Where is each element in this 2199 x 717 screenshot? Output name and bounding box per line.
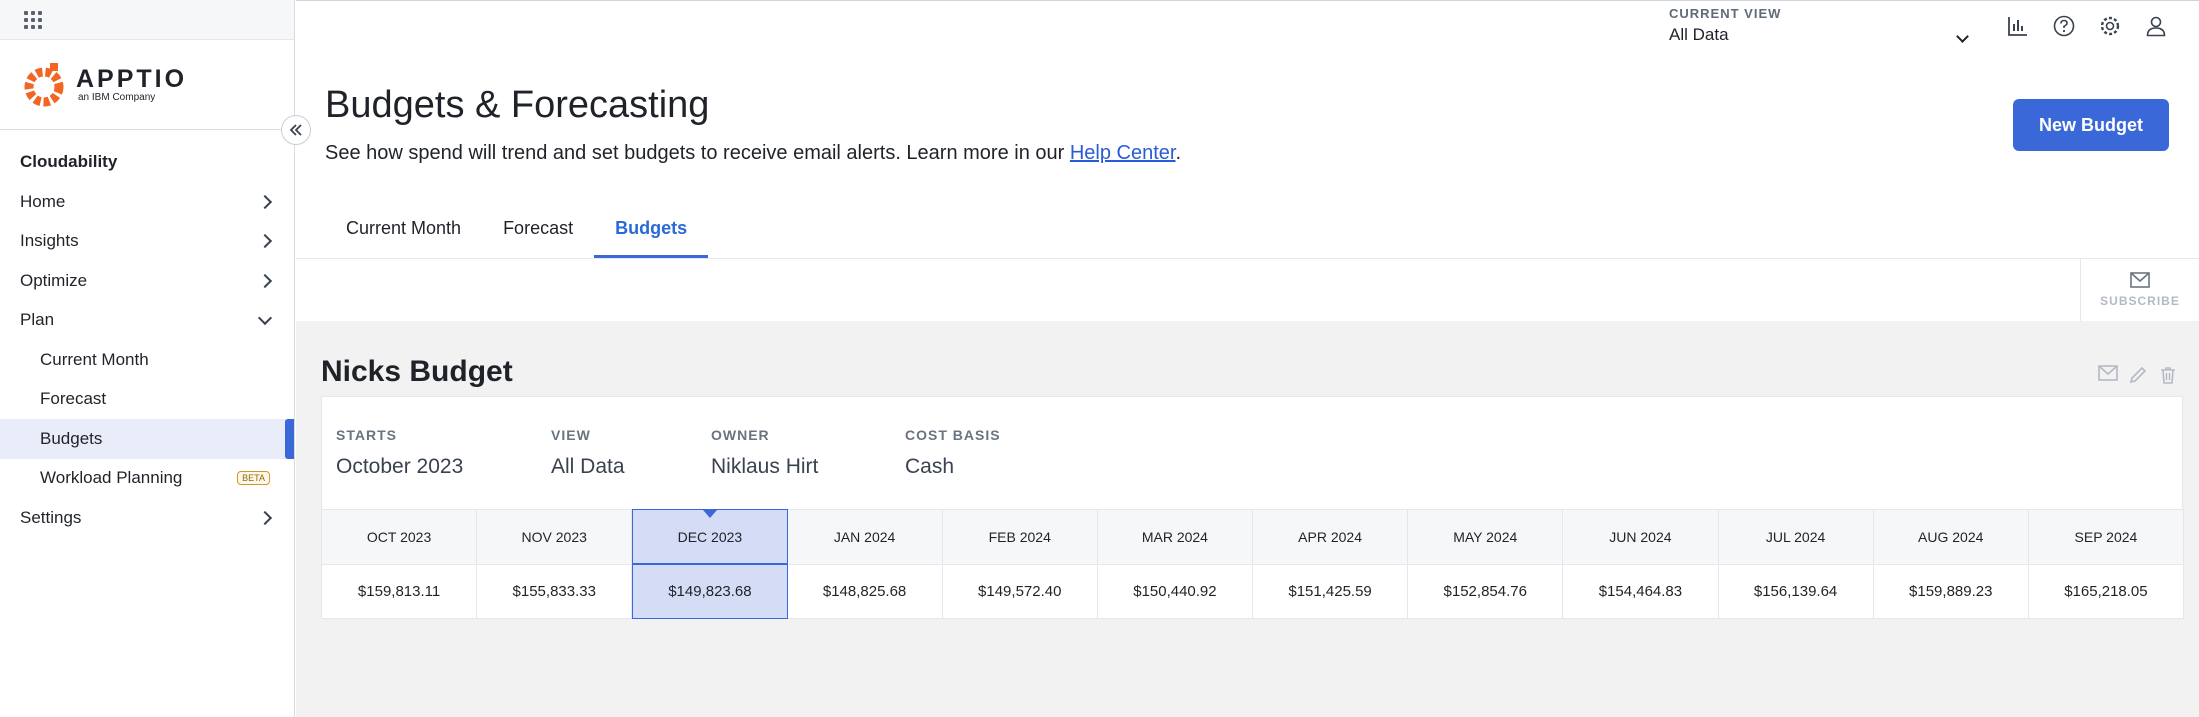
trash-icon[interactable] (2158, 365, 2178, 385)
month-value[interactable]: $148,825.68 (787, 564, 943, 619)
sidebar-item-label: Settings (20, 507, 82, 527)
month-header[interactable]: SEP 2024 (2028, 509, 2184, 564)
sidebar-item-home[interactable]: Home (0, 182, 294, 222)
subscribe-button[interactable]: SUBSCRIBE (2080, 259, 2199, 321)
help-icon[interactable] (2052, 14, 2076, 38)
sidebar-item-current-month[interactable]: Current Month (0, 340, 294, 380)
chevron-down-icon (257, 311, 273, 326)
header-icons (2006, 14, 2168, 38)
meta-label: VIEW (551, 427, 591, 443)
sidebar-item-label: Workload Planning (40, 468, 183, 488)
sidebar-item-label: Budgets (40, 428, 103, 448)
month-value[interactable]: $165,218.05 (2028, 564, 2184, 619)
logo[interactable]: APPTIO an IBM Company (0, 40, 294, 130)
sidebar-item-plan[interactable]: Plan (0, 301, 294, 341)
month-value[interactable]: $159,813.11 (322, 564, 478, 619)
month-value[interactable]: $154,464.83 (1563, 564, 1719, 619)
meta-label: COST BASIS (905, 427, 1001, 443)
budget-actions (2098, 365, 2178, 385)
month-header[interactable]: JUN 2024 (1563, 509, 1719, 564)
sidebar-item-forecast[interactable]: Forecast (0, 380, 294, 420)
edit-icon[interactable] (2128, 365, 2148, 385)
budget-name: Nicks Budget (321, 355, 513, 388)
month-header[interactable]: JAN 2024 (787, 509, 943, 564)
monthly-budget-table: OCT 2023 NOV 2023 DEC 2023 JAN 2024 FEB … (322, 509, 2184, 619)
sidebar-item-settings[interactable]: Settings (0, 498, 294, 538)
month-value-selected[interactable]: $149,823.68 (632, 564, 788, 619)
tab-forecast[interactable]: Forecast (482, 213, 594, 258)
page-description: See how spend will trend and set budgets… (325, 142, 1181, 165)
month-value[interactable]: $150,440.92 (1097, 564, 1253, 619)
tabs: Current Month Forecast Budgets (325, 213, 709, 258)
meta-label: STARTS (336, 427, 397, 443)
sidebar-item-workload-planning[interactable]: Workload Planning BETA (0, 459, 294, 499)
chevron-right-icon (257, 510, 273, 525)
beta-badge: BETA (237, 471, 270, 486)
meta-view: VIEW All Data (551, 427, 625, 479)
sidebar-item-optimize[interactable]: Optimize (0, 261, 294, 301)
page-description-end: . (1175, 142, 1182, 164)
sidebar-item-label: Optimize (20, 270, 88, 290)
sidebar-item-label: Forecast (40, 389, 107, 409)
sidebar-item-label: Current Month (40, 349, 149, 369)
month-header[interactable]: OCT 2023 (322, 509, 478, 564)
meta-value: All Data (551, 455, 625, 478)
meta-value: October 2023 (336, 455, 464, 478)
page-description-text: See how spend will trend and set budgets… (325, 142, 1070, 164)
sidebar-item-insights[interactable]: Insights (0, 222, 294, 262)
user-icon[interactable] (2144, 14, 2168, 38)
chart-icon[interactable] (2006, 14, 2030, 38)
month-header[interactable]: NOV 2023 (477, 509, 633, 564)
apps-bar (0, 0, 294, 40)
budget-card: STARTS October 2023 VIEW All Data OWNER … (321, 396, 2184, 619)
month-header[interactable]: APR 2024 (1253, 509, 1409, 564)
current-view-label: CURRENT VIEW (1669, 6, 1782, 21)
meta-label: OWNER (711, 427, 770, 443)
main-content: CURRENT VIEW All Data Budgets & Forecast… (296, 0, 2199, 717)
tab-current-month[interactable]: Current Month (325, 213, 482, 258)
meta-value: Niklaus Hirt (711, 455, 819, 478)
mail-icon (2130, 272, 2150, 288)
sidebar-item-budgets[interactable]: Budgets (0, 419, 294, 459)
current-view-select[interactable]: CURRENT VIEW All Data (1669, 6, 1979, 45)
month-value[interactable]: $149,572.40 (942, 564, 1098, 619)
subscribe-label: SUBSCRIBE (2100, 294, 2180, 308)
sidebar-item-label: Insights (20, 231, 79, 251)
meta-owner: OWNER Niklaus Hirt (711, 427, 818, 479)
current-view-value: All Data (1669, 25, 1729, 44)
month-header[interactable]: AUG 2024 (1873, 509, 2029, 564)
month-value[interactable]: $152,854.76 (1408, 564, 1564, 619)
double-chevron-left-icon (289, 124, 302, 136)
month-value[interactable]: $151,425.59 (1253, 564, 1409, 619)
month-value[interactable]: $159,889.23 (1873, 564, 2029, 619)
month-value[interactable]: $155,833.33 (477, 564, 633, 619)
mail-icon[interactable] (2098, 365, 2118, 381)
collapse-sidebar-button[interactable] (281, 115, 311, 145)
logo-word: APPTIO (76, 65, 188, 93)
settings-icon[interactable] (2098, 14, 2122, 38)
sidebar-item-label: Plan (20, 310, 55, 330)
nav-section-title: Cloudability (20, 152, 118, 171)
apptio-logo-icon (20, 59, 72, 111)
month-header[interactable]: MAY 2024 (1408, 509, 1564, 564)
sidebar: APPTIO an IBM Company Cloudability Home … (0, 0, 295, 717)
sidebar-item-label: Home (20, 191, 66, 211)
page-title: Budgets & Forecasting (325, 84, 710, 126)
month-header[interactable]: MAR 2024 (1097, 509, 1253, 564)
month-value[interactable]: $156,139.64 (1718, 564, 1874, 619)
logo-subtitle: an IBM Company (78, 92, 156, 103)
chevron-right-icon (257, 273, 273, 288)
month-header[interactable]: FEB 2024 (942, 509, 1098, 564)
meta-starts: STARTS October 2023 (336, 427, 463, 479)
chevron-right-icon (257, 194, 273, 209)
tab-budgets[interactable]: Budgets (594, 213, 709, 258)
meta-cost-basis: COST BASIS Cash (905, 427, 1001, 479)
app-switcher-icon[interactable] (24, 10, 42, 29)
chevron-right-icon (257, 234, 273, 249)
meta-value: Cash (905, 455, 955, 478)
month-header-selected[interactable]: DEC 2023 (632, 509, 788, 564)
month-header[interactable]: JUL 2024 (1718, 509, 1874, 564)
help-center-link[interactable]: Help Center (1070, 142, 1176, 164)
new-budget-button[interactable]: New Budget (2013, 99, 2169, 151)
